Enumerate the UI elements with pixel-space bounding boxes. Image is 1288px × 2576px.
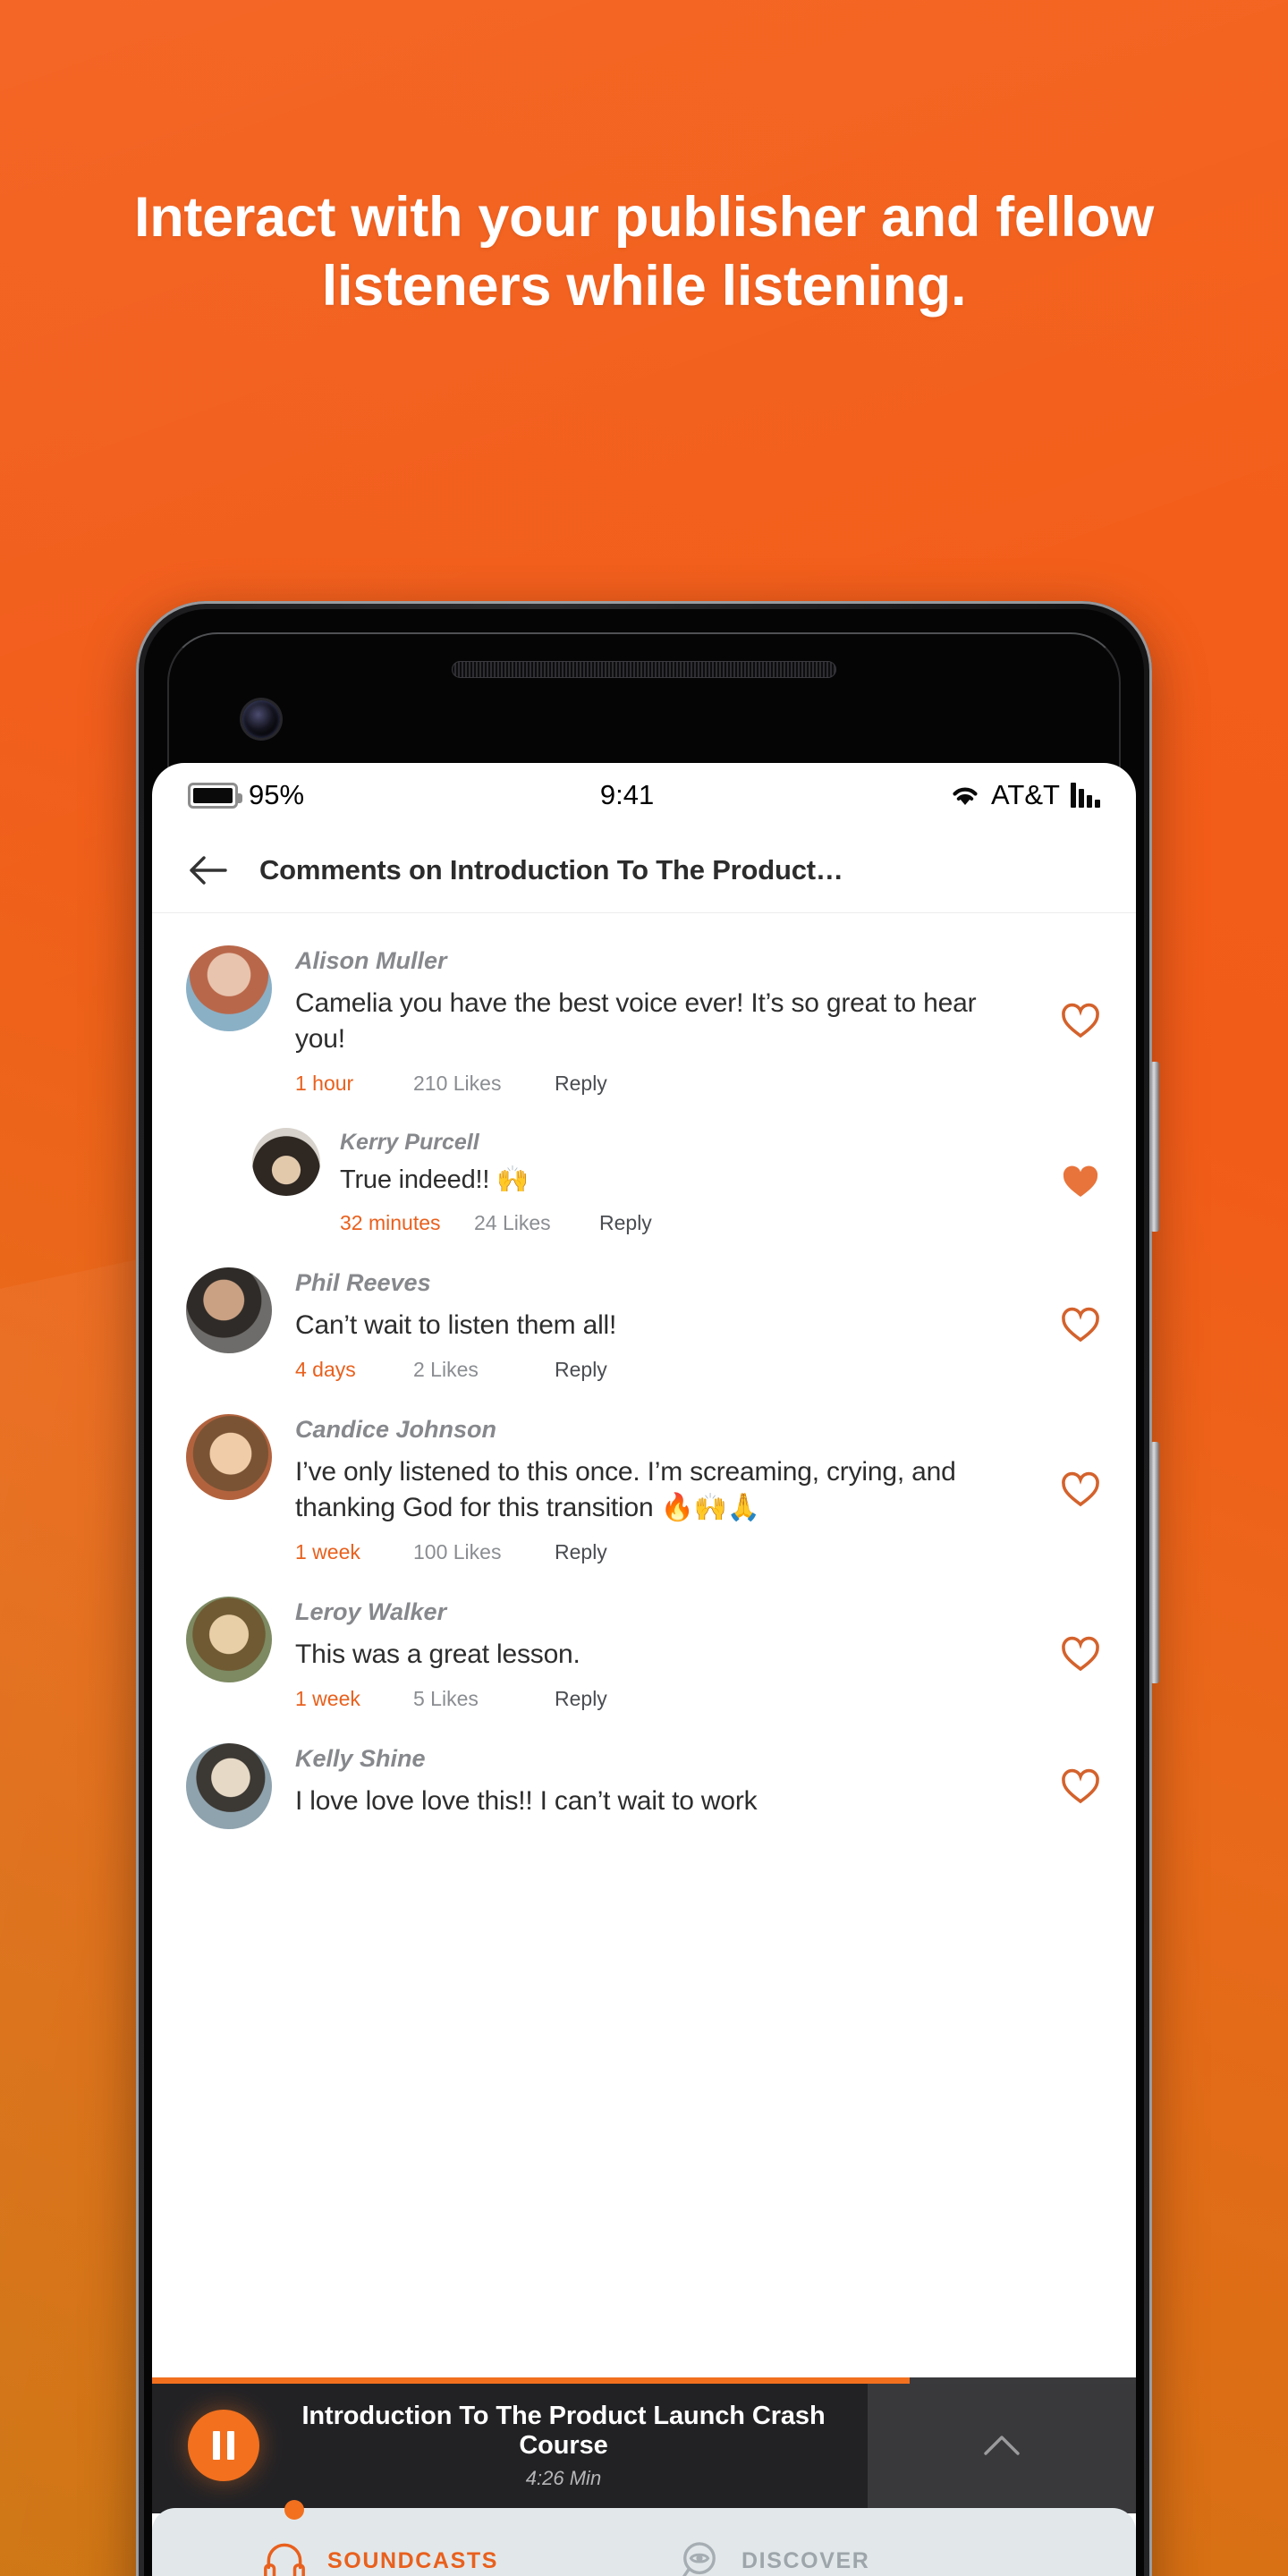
- comments-list[interactable]: Alison Muller Camelia you have the best …: [152, 913, 1136, 2576]
- comment-likes: 2 Likes: [413, 1358, 479, 1382]
- pause-button[interactable]: [188, 2410, 259, 2481]
- battery-percent: 95%: [249, 779, 305, 810]
- comment-item-reply[interactable]: Kerry Purcell True indeed!! 🙌 32 minutes…: [152, 1105, 1136, 1245]
- nav-label-discover: DISCOVER: [741, 2547, 870, 2573]
- comment-time: 1 week: [295, 1686, 360, 1710]
- mini-player[interactable]: Introduction To The Product Launch Crash…: [152, 2377, 1136, 2513]
- comment-author: Leroy Walker: [295, 1598, 447, 1626]
- chevron-up-icon: [984, 2436, 1020, 2455]
- avatar: [186, 1742, 272, 1829]
- comment-author: Kerry Purcell: [340, 1129, 479, 1155]
- comment-meta: 1 week 100 Likes Reply: [295, 1540, 1027, 1564]
- page-title: Comments on Introduction To The Product…: [259, 853, 843, 886]
- comment-text: True indeed!! 🙌: [340, 1165, 529, 1194]
- avatar: [252, 1127, 320, 1196]
- comment-item[interactable]: Candice Johnson I’ve only listened to th…: [152, 1391, 1136, 1573]
- comment-likes: 100 Likes: [413, 1540, 502, 1564]
- comment-text: I love love love this!! I can’t wait to …: [295, 1785, 758, 1816]
- comment-meta: 1 hour 210 Likes Reply: [295, 1072, 1027, 1096]
- comment-likes: 5 Likes: [413, 1686, 479, 1710]
- comment-time: 1 hour: [295, 1071, 354, 1095]
- avatar: [186, 1597, 272, 1683]
- battery-icon: [188, 782, 242, 809]
- heart-icon[interactable]: [1059, 1632, 1102, 1675]
- wifi-icon: [953, 787, 978, 805]
- comment-text: I’ve only listened to this once. I’m scr…: [295, 1457, 956, 1523]
- phone-side-button-power[interactable]: [1150, 1442, 1159, 1683]
- comment-reply-button[interactable]: Reply: [555, 1540, 607, 1564]
- comment-text: Can’t wait to listen them all!: [295, 1310, 617, 1341]
- comment-text: This was a great lesson.: [295, 1640, 580, 1670]
- playback-progress-fill: [152, 2377, 910, 2384]
- avatar: [186, 1267, 272, 1354]
- comment-likes: 210 Likes: [413, 1071, 502, 1095]
- comment-author: Kelly Shine: [295, 1744, 426, 1772]
- comment-text: Camelia you have the best voice ever! It…: [295, 988, 977, 1054]
- headphones-icon: [264, 2543, 305, 2576]
- avatar: [186, 1414, 272, 1501]
- comment-author: Alison Muller: [295, 947, 447, 974]
- phone-mockup: 95% 9:41 AT&T Comments on Introduction T…: [136, 601, 1159, 2576]
- nav-tab-soundcasts[interactable]: SOUNDCASTS: [261, 2538, 498, 2576]
- heart-icon[interactable]: [1059, 1765, 1102, 1808]
- playback-progress-bar[interactable]: [152, 2377, 1136, 2384]
- comment-reply-button[interactable]: Reply: [555, 1687, 607, 1711]
- player-track-title: Introduction To The Product Launch Crash…: [301, 2401, 826, 2460]
- expand-player-button[interactable]: [868, 2377, 1136, 2513]
- back-arrow-icon[interactable]: [190, 851, 229, 890]
- phone-side-button-volume[interactable]: [1150, 1062, 1159, 1232]
- comment-meta: 32 minutes 24 Likes Reply: [340, 1211, 1030, 1235]
- comment-item[interactable]: Kelly Shine I love love love this!! I ca…: [152, 1720, 1136, 1829]
- comment-meta: 4 days 2 Likes Reply: [295, 1358, 1027, 1382]
- discover-eye-icon: [682, 2542, 716, 2576]
- carrier-label: AT&T: [991, 779, 1060, 810]
- active-tab-indicator-dot: [284, 2500, 304, 2520]
- earpiece-speaker: [452, 661, 836, 678]
- player-info: Introduction To The Product Launch Crash…: [259, 2402, 868, 2490]
- avatar: [186, 945, 272, 1031]
- comment-time: 4 days: [295, 1358, 356, 1382]
- screen-header: Comments on Introduction To The Product…: [152, 827, 1136, 913]
- comment-time: 32 minutes: [340, 1211, 441, 1235]
- heart-icon[interactable]: [1059, 1303, 1102, 1346]
- comment-reply-button[interactable]: Reply: [555, 1358, 607, 1382]
- comment-likes: 24 Likes: [474, 1211, 551, 1235]
- heart-icon[interactable]: [1059, 1468, 1102, 1511]
- comment-reply-button[interactable]: Reply: [599, 1211, 652, 1235]
- status-bar: 95% 9:41 AT&T: [152, 763, 1136, 827]
- front-camera: [242, 700, 280, 738]
- app-screen: 95% 9:41 AT&T Comments on Introduction T…: [152, 763, 1136, 2576]
- status-time: 9:41: [599, 779, 655, 810]
- promo-headline: Interact with your publisher and fellow …: [134, 186, 1154, 318]
- player-duration: 4:26 Min: [525, 2466, 602, 2489]
- comment-item[interactable]: Leroy Walker This was a great lesson. 1 …: [152, 1573, 1136, 1720]
- signal-bars-icon: [1070, 783, 1100, 808]
- comment-time: 1 week: [295, 1540, 360, 1564]
- comment-author: Candice Johnson: [295, 1416, 497, 1444]
- phone-screen-bezel: 95% 9:41 AT&T Comments on Introduction T…: [144, 609, 1144, 2576]
- comment-item[interactable]: Alison Muller Camelia you have the best …: [152, 922, 1136, 1105]
- comment-reply-button[interactable]: Reply: [555, 1072, 607, 1096]
- bottom-navigation: SOUNDCASTS DISCOVER: [152, 2500, 1136, 2576]
- heart-icon-filled[interactable]: [1059, 1160, 1102, 1203]
- nav-label-soundcasts: SOUNDCASTS: [327, 2547, 499, 2573]
- comment-meta: 1 week 5 Likes Reply: [295, 1687, 1027, 1711]
- comment-author: Phil Reeves: [295, 1269, 431, 1297]
- heart-icon[interactable]: [1059, 999, 1102, 1042]
- comment-item[interactable]: Phil Reeves Can’t wait to listen them al…: [152, 1244, 1136, 1391]
- nav-tab-discover[interactable]: DISCOVER: [677, 2538, 869, 2576]
